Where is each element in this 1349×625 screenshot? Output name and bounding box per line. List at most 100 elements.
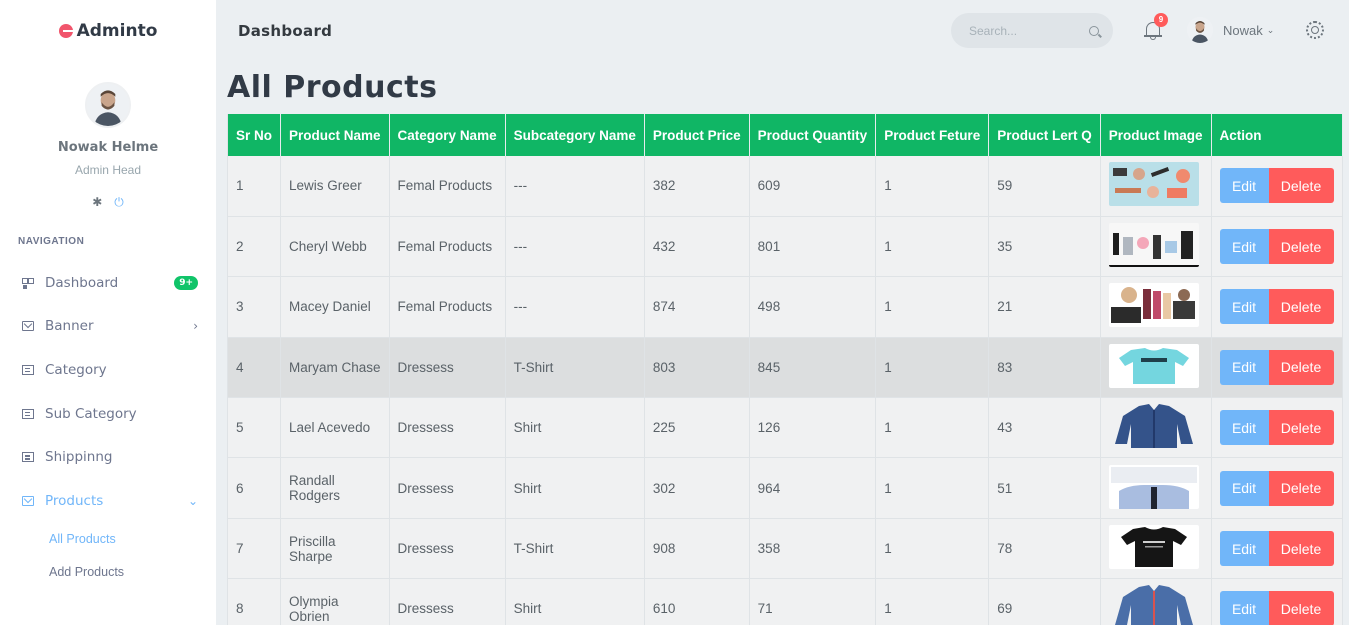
edit-button[interactable]: Edit [1219,591,1269,625]
delete-button[interactable]: Delete [1268,410,1334,446]
power-icon[interactable]: ⏻ [114,195,124,210]
cell-lert: 83 [988,337,1101,399]
cell-subcategory: T-Shirt [505,337,645,399]
cell-price: 610 [644,578,750,625]
cell-actions: Edit Delete [1211,216,1343,278]
table-row: 3 Macey Daniel Femal Products --- 874 49… [226,276,1343,338]
sidebar-item-label: Products [45,492,104,509]
product-image-makeup[interactable] [1108,162,1199,207]
mail-icon [22,321,34,332]
sidebar-item-products[interactable]: Products ⌄ [0,479,216,523]
profile-menu[interactable]: Nowak ⌄ [1187,17,1274,43]
column-header[interactable]: Product Name [280,114,390,156]
user-avatar-icon [1187,17,1213,43]
delete-button[interactable]: Delete [1268,349,1334,385]
sidebar-item-shipping[interactable]: Shippinng [0,435,216,479]
cell-sr: 3 [226,276,282,338]
sidebar-item-sub-category[interactable]: Sub Category [0,392,216,436]
product-image-makeup-kit[interactable] [1108,283,1199,328]
cell-feature: 1 [875,276,990,338]
cell-price: 432 [644,216,750,278]
cell-lert: 43 [988,397,1101,459]
column-header[interactable]: Sr No [226,114,282,156]
cell-subcategory: Shirt [505,397,645,459]
sidebar-item-category[interactable]: Category [0,348,216,392]
column-header[interactable]: Product Feture [875,114,990,156]
cell-actions: Edit Delete [1211,518,1343,580]
column-header[interactable]: Subcategory Name [505,114,645,156]
table-row: 8 Olympia Obrien Dressess Shirt 610 71 1… [226,578,1343,625]
edit-button[interactable]: Edit [1219,289,1269,325]
user-name[interactable]: Nowak Helme [0,140,216,155]
column-header[interactable]: Action [1211,114,1343,156]
brand-logo[interactable]: Adminto [0,0,216,62]
cell-category: Dressess [389,518,506,580]
cell-sr: 4 [226,337,282,399]
cell-price: 225 [644,397,750,459]
delete-button[interactable]: Delete [1268,591,1334,625]
cell-price: 803 [644,337,750,399]
cell-sr: 2 [226,216,282,278]
mail-icon [22,495,34,506]
product-image-tshirt-black[interactable] [1108,525,1199,570]
edit-button[interactable]: Edit [1219,349,1269,385]
column-header[interactable]: Product Quantity [749,114,877,156]
cell-actions: Edit Delete [1211,578,1343,625]
cell-sr: 6 [226,457,282,519]
column-header[interactable]: Product Image [1100,114,1212,156]
cell-quantity: 609 [749,156,877,217]
sidebar-item-banner[interactable]: Banner › [0,305,216,349]
notification-badge: 9+ [174,275,198,290]
cell-category: Femal Products [389,276,506,338]
edit-button[interactable]: Edit [1219,531,1269,567]
sidebar-subitem-all-products[interactable]: All Products [0,523,216,556]
cell-quantity: 801 [749,216,877,278]
column-header[interactable]: Product Lert Q [988,114,1101,156]
search-box [951,13,1113,48]
delete-button[interactable]: Delete [1268,229,1334,265]
sidebar-subitem-add-products[interactable]: Add Products [0,556,216,589]
product-image-shirt-denim[interactable] [1108,585,1199,625]
avatar[interactable] [85,82,131,128]
gear-icon[interactable]: ✱ [92,195,102,210]
avatar [1187,17,1213,43]
cell-sr: 1 [226,156,282,217]
cell-image [1100,397,1212,459]
column-header[interactable]: Category Name [389,114,506,156]
edit-button[interactable]: Edit [1219,470,1269,506]
cell-actions: Edit Delete [1211,457,1343,519]
nav-section-title: Navigation [18,236,85,247]
cell-image [1100,337,1212,399]
logo-icon [58,24,73,38]
search-input[interactable] [969,23,1089,38]
cell-name: Randall Rodgers [280,457,390,519]
column-header[interactable]: Product Price [644,114,750,156]
cell-feature: 1 [875,156,990,217]
cell-category: Dressess [389,578,506,625]
delete-button[interactable]: Delete [1268,289,1334,325]
cell-quantity: 498 [749,276,877,338]
cell-quantity: 964 [749,457,877,519]
cell-actions: Edit Delete [1211,156,1343,217]
product-image-tshirt-cyan[interactable] [1108,343,1199,388]
delete-button[interactable]: Delete [1268,531,1334,567]
edit-button[interactable]: Edit [1219,229,1269,265]
cell-category: Dressess [389,337,506,399]
settings-gear-icon[interactable] [1306,21,1324,39]
product-image-shirt-light[interactable] [1108,464,1199,509]
profile-name: Nowak [1223,22,1263,38]
cell-category: Femal Products [389,156,506,217]
sidebar-item-dashboard[interactable]: Dashboard 9+ [0,261,216,305]
product-image-shirt-blue[interactable] [1108,404,1199,449]
delete-button[interactable]: Delete [1268,168,1334,204]
cell-name: Maryam Chase [280,337,390,399]
cell-image [1100,216,1212,278]
edit-button[interactable]: Edit [1219,168,1269,204]
search-icon[interactable] [1089,25,1099,36]
cell-lert: 59 [988,156,1101,217]
product-image-cosmetics[interactable] [1108,223,1199,268]
cell-actions: Edit Delete [1211,276,1343,338]
delete-button[interactable]: Delete [1268,470,1334,506]
cell-feature: 1 [875,457,990,519]
edit-button[interactable]: Edit [1219,410,1269,446]
